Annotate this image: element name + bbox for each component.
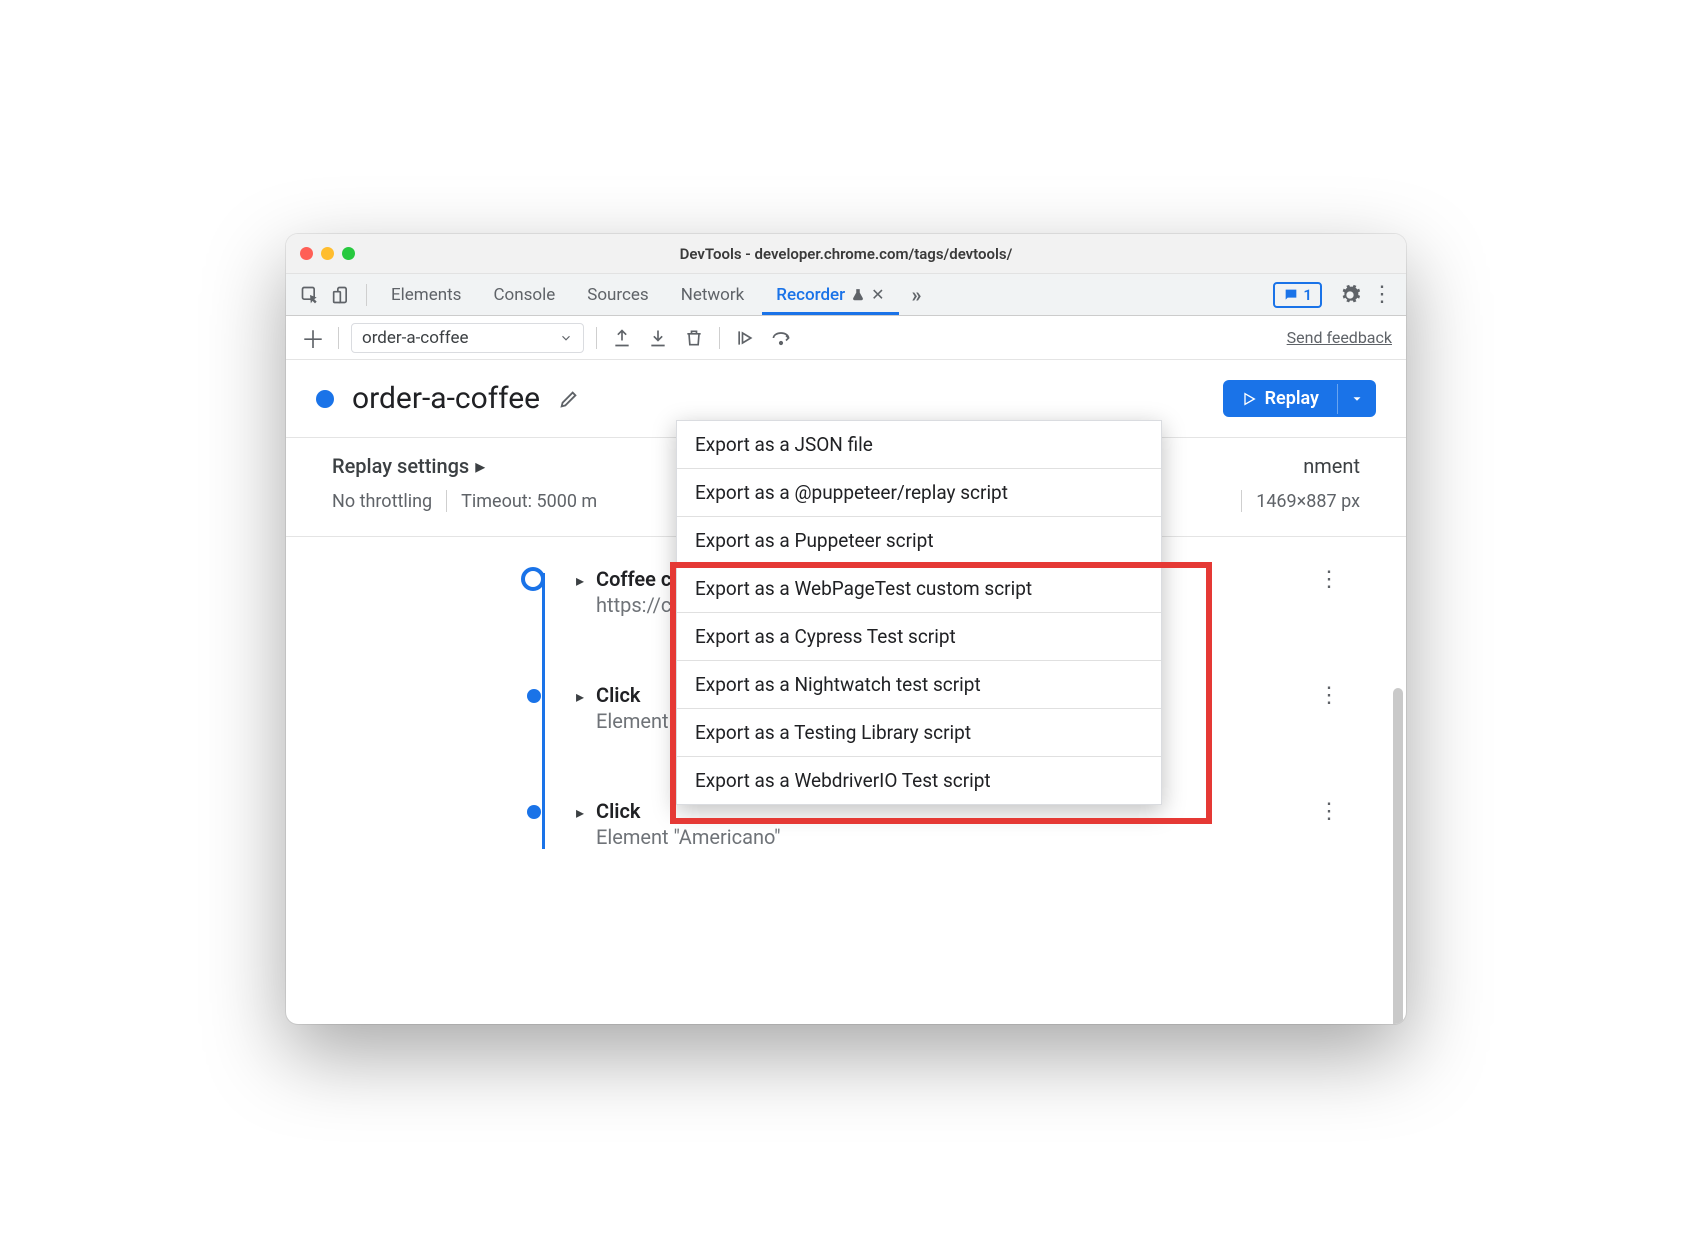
step-node-icon xyxy=(521,567,545,591)
export-option-webpagetest[interactable]: Export as a WebPageTest custom script xyxy=(677,565,1161,613)
separator xyxy=(446,490,447,512)
tab-label: Network xyxy=(681,285,745,305)
separator xyxy=(366,284,367,306)
export-option-json[interactable]: Export as a JSON file xyxy=(677,421,1161,469)
viewport-dimensions: 1469×887 px xyxy=(1256,491,1360,512)
step-over-icon[interactable] xyxy=(768,325,794,351)
send-feedback-link[interactable]: Send feedback xyxy=(1287,328,1392,347)
chat-icon xyxy=(1283,287,1299,303)
expand-icon[interactable]: ▸ xyxy=(576,799,584,822)
more-tabs-icon[interactable]: » xyxy=(903,281,931,309)
chevron-down-icon xyxy=(559,331,573,345)
step-icon[interactable] xyxy=(732,325,758,351)
tab-elements[interactable]: Elements xyxy=(377,274,475,315)
recorder-toolbar: ＋ order-a-coffee Send feedback xyxy=(286,316,1406,360)
settings-heading-label: Replay settings xyxy=(332,454,469,478)
inspect-icon[interactable] xyxy=(296,281,324,309)
tab-sources[interactable]: Sources xyxy=(573,274,662,315)
expand-icon[interactable]: ▸ xyxy=(576,683,584,706)
caret-down-icon xyxy=(1350,392,1364,406)
tab-recorder[interactable]: Recorder ✕ xyxy=(762,274,898,315)
timeout-value[interactable]: Timeout: 5000 m xyxy=(461,491,597,512)
play-icon xyxy=(1241,391,1257,407)
selected-recording-label: order-a-coffee xyxy=(362,328,469,348)
recording-title: order-a-coffee xyxy=(352,381,540,416)
tab-network[interactable]: Network xyxy=(667,274,759,315)
separator xyxy=(596,327,597,349)
export-menu: Export as a JSON file Export as a @puppe… xyxy=(676,420,1162,805)
tab-label: Elements xyxy=(391,285,461,305)
recording-selector[interactable]: order-a-coffee xyxy=(351,323,584,353)
new-recording-icon[interactable]: ＋ xyxy=(300,325,326,351)
step-subtitle: https://co xyxy=(596,593,683,617)
kebab-menu-icon[interactable]: ⋮ xyxy=(1368,281,1396,309)
import-icon[interactable] xyxy=(645,325,671,351)
caret-right-icon: ▸ xyxy=(475,454,485,478)
export-option-testing-library[interactable]: Export as a Testing Library script xyxy=(677,709,1161,757)
export-option-nightwatch[interactable]: Export as a Nightwatch test script xyxy=(677,661,1161,709)
environment-heading-partial: nment xyxy=(1303,454,1360,478)
devtools-window: DevTools - developer.chrome.com/tags/dev… xyxy=(286,234,1406,1024)
replay-main[interactable]: Replay xyxy=(1223,380,1337,417)
export-option-puppeteer[interactable]: Export as a Puppeteer script xyxy=(677,517,1161,565)
tab-label: Sources xyxy=(587,285,648,305)
window-title: DevTools - developer.chrome.com/tags/dev… xyxy=(286,245,1406,263)
export-icon[interactable] xyxy=(609,325,635,351)
issues-count: 1 xyxy=(1303,286,1312,304)
export-option-puppeteer-replay[interactable]: Export as a @puppeteer/replay script xyxy=(677,469,1161,517)
delete-icon[interactable] xyxy=(681,325,707,351)
recording-status-dot-icon xyxy=(316,390,334,408)
settings-gear-icon[interactable] xyxy=(1336,281,1364,309)
separator xyxy=(719,327,720,349)
step-kebab-icon[interactable]: ⋮ xyxy=(1318,567,1340,592)
step-node-icon xyxy=(527,805,541,819)
close-tab-icon[interactable]: ✕ xyxy=(871,285,884,304)
issues-badge[interactable]: 1 xyxy=(1273,282,1322,308)
devtools-tabstrip: Elements Console Sources Network Recorde… xyxy=(286,274,1406,316)
tab-label: Recorder xyxy=(776,285,845,305)
throttling-value[interactable]: No throttling xyxy=(332,491,432,512)
replay-button[interactable]: Replay xyxy=(1223,380,1376,417)
separator xyxy=(1241,490,1242,512)
tab-console[interactable]: Console xyxy=(479,274,569,315)
replay-label: Replay xyxy=(1265,388,1319,409)
step-title: Coffee c xyxy=(596,567,683,591)
replay-dropdown-toggle[interactable] xyxy=(1337,384,1376,414)
step-kebab-icon[interactable]: ⋮ xyxy=(1318,799,1340,824)
scrollbar-thumb[interactable] xyxy=(1393,688,1403,1024)
step-kebab-icon[interactable]: ⋮ xyxy=(1318,683,1340,708)
flask-icon xyxy=(851,288,865,302)
export-option-cypress[interactable]: Export as a Cypress Test script xyxy=(677,613,1161,661)
device-icon[interactable] xyxy=(328,281,356,309)
step-item[interactable]: ▸ Click Element "Americano" ⋮ xyxy=(532,799,1360,849)
step-subtitle: Element "Americano" xyxy=(596,825,780,849)
step-node-icon xyxy=(527,689,541,703)
titlebar: DevTools - developer.chrome.com/tags/dev… xyxy=(286,234,1406,274)
expand-icon[interactable]: ▸ xyxy=(576,567,584,590)
export-option-webdriverio[interactable]: Export as a WebdriverIO Test script xyxy=(677,757,1161,804)
edit-title-icon[interactable] xyxy=(558,388,580,410)
separator xyxy=(338,327,339,349)
tab-label: Console xyxy=(493,285,555,305)
